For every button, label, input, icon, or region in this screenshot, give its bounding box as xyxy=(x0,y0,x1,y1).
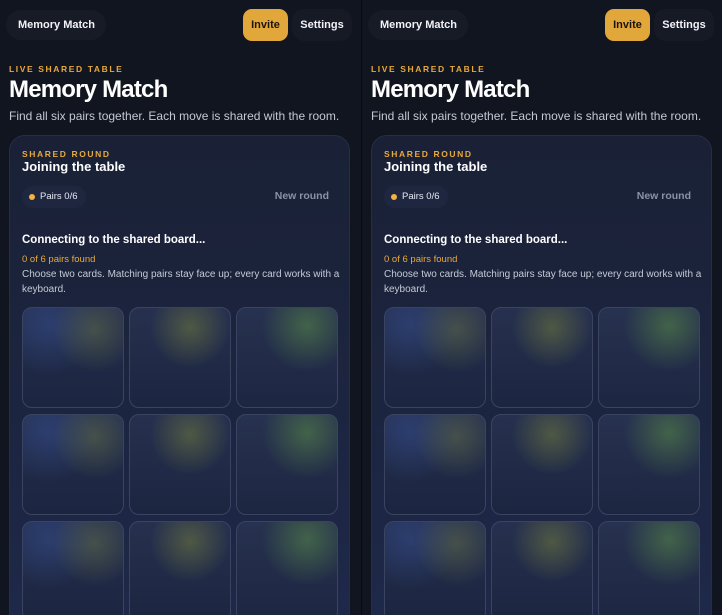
pairs-badge: Pairs 0/6 xyxy=(384,186,448,208)
memory-card[interactable] xyxy=(384,414,486,515)
memory-card[interactable] xyxy=(236,521,338,615)
game-card: SHARED ROUND Joining the table Pairs 0/6… xyxy=(371,135,712,615)
memory-card[interactable] xyxy=(129,521,231,615)
round-eyebrow: SHARED ROUND xyxy=(22,149,111,159)
game-card: SHARED ROUND Joining the table Pairs 0/6… xyxy=(9,135,350,615)
memory-card[interactable] xyxy=(129,414,231,515)
memory-card[interactable] xyxy=(22,521,124,615)
memory-card[interactable] xyxy=(22,307,124,408)
memory-card[interactable] xyxy=(598,414,700,515)
connection-status: Connecting to the shared board... xyxy=(384,234,568,246)
invite-button[interactable]: Invite xyxy=(243,9,288,41)
invite-button[interactable]: Invite xyxy=(605,9,650,41)
right-pane: Memory Match Invite Settings LIVE SHARED… xyxy=(361,0,722,615)
instructions-text: Choose two cards. Matching pairs stay fa… xyxy=(384,269,702,295)
settings-button[interactable]: Settings xyxy=(654,9,714,41)
round-eyebrow: SHARED ROUND xyxy=(384,149,473,159)
page-title: Memory Match xyxy=(9,76,168,103)
memory-card[interactable] xyxy=(236,414,338,515)
memory-card[interactable] xyxy=(598,307,700,408)
memory-card[interactable] xyxy=(491,521,593,615)
page-eyebrow: LIVE SHARED TABLE xyxy=(371,64,486,74)
memory-card[interactable] xyxy=(598,521,700,615)
top-bar: Memory Match Invite Settings xyxy=(0,0,361,50)
page-title: Memory Match xyxy=(371,76,530,103)
memory-card[interactable] xyxy=(129,307,231,408)
left-pane: Memory Match Invite Settings LIVE SHARED… xyxy=(0,0,361,615)
memory-card[interactable] xyxy=(22,414,124,515)
app-name-pill[interactable]: Memory Match xyxy=(368,10,468,40)
instructions-text: Choose two cards. Matching pairs stay fa… xyxy=(22,269,340,295)
round-title: Joining the table xyxy=(22,159,126,174)
pairs-found-text: 0 of 6 pairs found xyxy=(22,254,96,265)
page-subtitle: Find all six pairs together. Each move i… xyxy=(371,109,702,123)
app-name-pill[interactable]: Memory Match xyxy=(6,10,106,40)
new-round-button[interactable]: New round xyxy=(275,190,329,202)
status-dot-icon xyxy=(391,194,397,200)
top-bar: Memory Match Invite Settings xyxy=(362,0,722,50)
memory-card[interactable] xyxy=(491,307,593,408)
settings-button[interactable]: Settings xyxy=(292,9,352,41)
pairs-badge: Pairs 0/6 xyxy=(22,186,86,208)
memory-card[interactable] xyxy=(491,414,593,515)
memory-card[interactable] xyxy=(384,521,486,615)
new-round-button[interactable]: New round xyxy=(637,190,691,202)
pairs-badge-label: Pairs 0/6 xyxy=(40,191,78,202)
status-dot-icon xyxy=(29,194,35,200)
page-subtitle: Find all six pairs together. Each move i… xyxy=(9,109,340,123)
page-eyebrow: LIVE SHARED TABLE xyxy=(9,64,124,74)
memory-card[interactable] xyxy=(236,307,338,408)
memory-card[interactable] xyxy=(384,307,486,408)
pairs-badge-label: Pairs 0/6 xyxy=(402,191,440,202)
round-title: Joining the table xyxy=(384,159,488,174)
pairs-found-text: 0 of 6 pairs found xyxy=(384,254,458,265)
connection-status: Connecting to the shared board... xyxy=(22,234,206,246)
